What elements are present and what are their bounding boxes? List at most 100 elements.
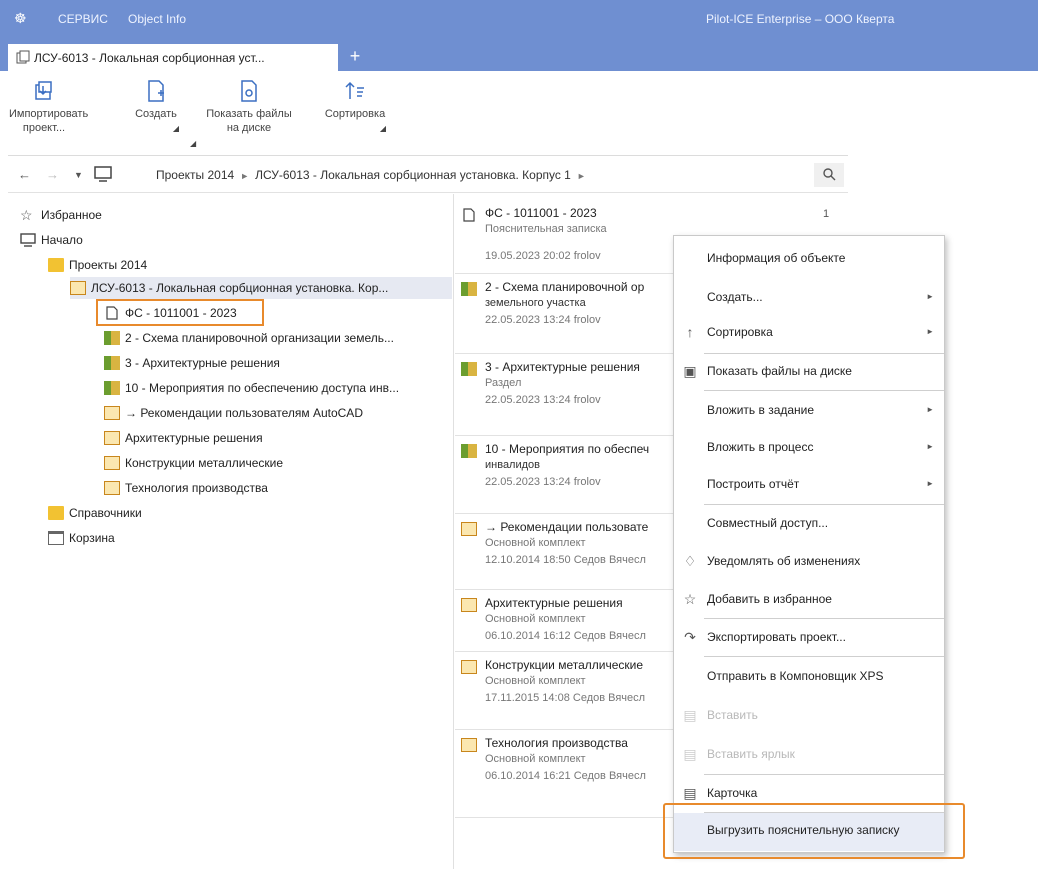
import-project-button[interactable]: Импортировать проект...	[8, 79, 89, 135]
menu-item-sharing[interactable]: Совместный доступ...	[674, 506, 944, 541]
back-arrow-icon[interactable]: ←	[18, 167, 31, 182]
trash-icon	[48, 531, 64, 545]
menu-item-create[interactable]: Создать... ►	[674, 280, 944, 315]
menu-item-paste-shortcut[interactable]: ▤ Вставить ярлык	[674, 737, 944, 772]
tree-pane: ☆ Избранное Начало Проекты 2014 ЛСУ-6013 …	[8, 194, 454, 869]
tree-item-label: ЛСУ-6013 - Локальная сорбционная установ…	[91, 281, 389, 295]
tree-item-label: Проекты 2014	[69, 258, 148, 272]
list-item-meta: 06.10.2014 16:21 Седов Вячесл	[485, 770, 646, 782]
star-icon: ☆	[20, 207, 33, 223]
tree-item-home[interactable]: Начало	[20, 229, 83, 251]
menu-separator	[704, 504, 944, 505]
menu-item-attach-process[interactable]: Вложить в процесс ►	[674, 430, 944, 465]
list-item-meta: 17.11.2015 14:08 Седов Вячесл	[485, 692, 646, 704]
sort-label: Сортировка	[324, 108, 386, 120]
tree-item-label: Справочники	[69, 506, 142, 520]
forward-arrow-icon[interactable]: →	[46, 167, 59, 182]
menu-separator	[704, 390, 944, 391]
export-icon: ↷	[684, 629, 696, 645]
set-icon	[104, 481, 120, 495]
folder-icon	[48, 258, 64, 272]
section-icon	[461, 444, 477, 458]
tree-item-label: Технология производства	[125, 481, 268, 495]
show-files-label: Показать файлы на диске	[206, 108, 292, 134]
breadcrumb-separator-icon[interactable]: ►	[577, 171, 586, 181]
list-item-subtitle: инвалидов	[485, 459, 540, 471]
list-item-subtitle: Основной комплект	[485, 537, 586, 549]
tree-item-autocad-recommendations[interactable]: → Рекомендации пользователям AutoCAD	[104, 402, 363, 424]
menu-item-sort[interactable]: ↑ Сортировка ►	[674, 315, 944, 350]
section-icon	[104, 331, 120, 345]
tree-item-architectural[interactable]: Архитектурные решения	[104, 427, 263, 449]
menu-item-build-report[interactable]: Построить отчёт ►	[674, 467, 944, 502]
home-monitor-icon[interactable]	[94, 166, 112, 182]
menu-item-label: Уведомлять об изменениях	[707, 554, 861, 568]
list-item-title: Конструкции металлические	[485, 658, 644, 672]
tree-item-production-technology[interactable]: Технология производства	[104, 477, 268, 499]
breadcrumb: Проекты 2014 ► ЛСУ-6013 - Локальная сорбци…	[156, 168, 592, 182]
menu-item-notify-changes[interactable]: ♢ Уведомлять об изменениях	[674, 544, 944, 579]
tree-item-label: Избранное	[41, 208, 102, 222]
list-item-subtitle: земельного участка	[485, 297, 586, 309]
set-icon	[104, 431, 120, 445]
menu-item-label: Информация об объекте	[707, 251, 846, 265]
tree-item-section-2[interactable]: 2 - Схема планировочной организации земе…	[104, 327, 394, 349]
sort-button[interactable]: Сортировка ◢	[312, 79, 398, 136]
create-button[interactable]: Создать ◢	[126, 79, 186, 136]
tree-item-section-3[interactable]: 3 - Архитектурные решения	[104, 352, 280, 374]
ribbon-toolbar: Импортировать проект... Создать ◢ Показа…	[8, 71, 848, 156]
tab-label: ЛСУ-6013 - Локальная сорбционная уст...	[34, 51, 265, 65]
breadcrumb-separator-icon[interactable]: ►	[240, 171, 249, 181]
tree-item-favorites[interactable]: ☆ Избранное	[20, 204, 102, 226]
list-item-title: 2 - Схема планировочной ор	[485, 280, 645, 294]
menu-item-send-xps[interactable]: Отправить в Компоновщик XPS	[674, 659, 944, 694]
list-item-title: Технология производства	[485, 736, 628, 750]
list-item-meta: 22.05.2023 13:24 frolov	[485, 394, 601, 406]
list-item-title: Архитектурные решения	[485, 596, 623, 610]
tree-item-metal-structures[interactable]: Конструкции металлические	[104, 452, 283, 474]
import-project-label: Импортировать проект...	[9, 108, 89, 134]
tree-item-references[interactable]: Справочники	[48, 502, 142, 524]
submenu-arrow-icon: ►	[926, 327, 934, 336]
document-icon	[463, 208, 475, 222]
section-icon	[104, 356, 120, 370]
menu-item-add-favorites[interactable]: ☆ Добавить в избранное	[674, 582, 944, 617]
menu-item-label: Карточка	[707, 786, 758, 800]
list-item-meta: 22.05.2023 13:24 frolov	[485, 314, 601, 326]
list-item-title: ФС - 1011001 - 2023	[485, 206, 597, 220]
list-item-title: 10 - Мероприятия по обеспеч	[485, 442, 650, 456]
menu-item-label: Вложить в процесс	[707, 440, 814, 454]
tree-item-projects-2014[interactable]: Проекты 2014	[48, 254, 147, 276]
set-icon	[461, 522, 477, 536]
menu-item-object-info[interactable]: Информация об объекте	[674, 241, 944, 276]
menu-item-export-project[interactable]: ↷ Экспортировать проект...	[674, 620, 944, 655]
breadcrumb-project[interactable]: ЛСУ-6013 - Локальная сорбционная установ…	[255, 168, 571, 182]
paste-icon: ▤	[683, 707, 697, 723]
list-item-title: → Рекомендации пользовате	[485, 520, 649, 534]
tree-item-section-10[interactable]: 10 - Мероприятия по обеспечению доступа …	[104, 377, 399, 399]
list-item-meta: 06.10.2014 16:12 Седов Вячесл	[485, 630, 646, 642]
navigation-bar: ← → ▼ Проекты 2014 ► ЛСУ-6013 - Локальная …	[8, 157, 848, 193]
menu-item-paste[interactable]: ▤ Вставить	[674, 698, 944, 733]
submenu-arrow-icon: ►	[926, 479, 934, 488]
create-dropdown-icon: ◢	[172, 124, 180, 133]
section-icon	[104, 381, 120, 395]
tab-project[interactable]: ЛСУ-6013 - Локальная сорбционная уст...	[8, 44, 338, 71]
menu-service[interactable]: СЕРВИС	[58, 12, 108, 26]
app-logo-icon[interactable]: ☸	[14, 10, 27, 27]
tree-item-project[interactable]: ЛСУ-6013 - Локальная сорбционная установ…	[70, 277, 452, 299]
menu-item-show-files[interactable]: ▣ Показать файлы на диске	[674, 354, 944, 389]
menu-object-info[interactable]: Object Info	[128, 12, 186, 26]
history-dropdown-icon[interactable]: ▼	[74, 170, 83, 180]
add-tab-button[interactable]: +	[344, 47, 366, 67]
menu-item-attach-task[interactable]: Вложить в задание ►	[674, 393, 944, 428]
tab-bar: ЛСУ-6013 - Локальная сорбционная уст... …	[0, 38, 1038, 71]
menu-item-label: Построить отчёт	[707, 477, 800, 491]
search-button[interactable]	[814, 163, 844, 187]
tree-item-trash[interactable]: Корзина	[48, 527, 115, 549]
sort-icon: ↑	[686, 324, 694, 340]
monitor-icon	[20, 233, 36, 247]
show-files-button[interactable]: Показать файлы на диске ◢	[190, 79, 294, 148]
tree-item-label: Архитектурные решения	[125, 431, 263, 445]
breadcrumb-projects-2014[interactable]: Проекты 2014	[156, 168, 234, 182]
